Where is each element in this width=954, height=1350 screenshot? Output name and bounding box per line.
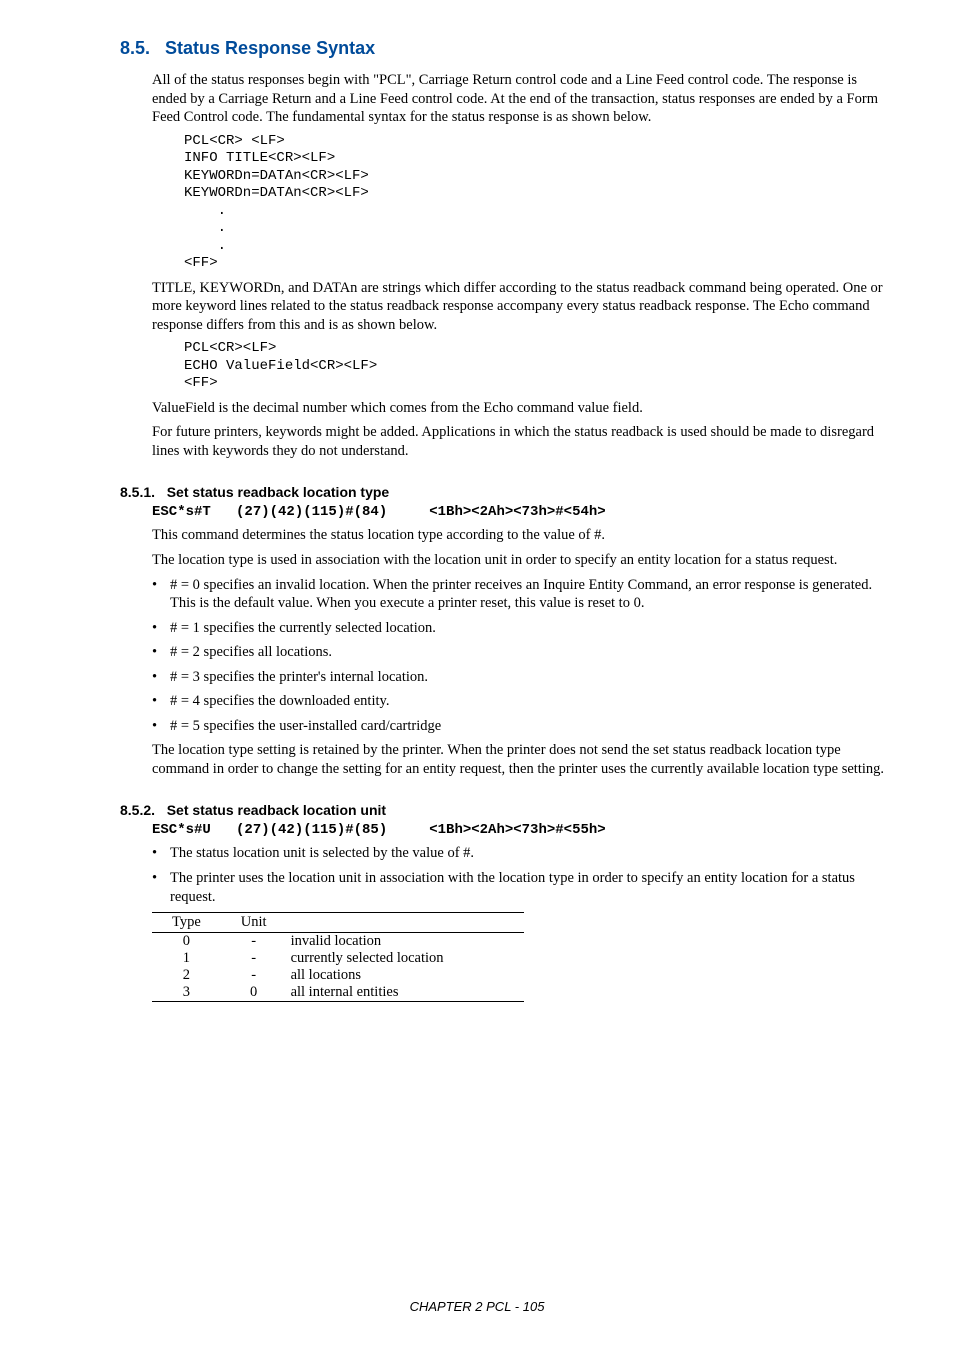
- section-title: Status Response Syntax: [165, 38, 375, 58]
- subsection-851-number: 8.5.1.: [120, 484, 155, 500]
- subsection-852-title: Set status readback location unit: [167, 802, 386, 818]
- s852-bullet-list: The status location unit is selected by …: [152, 844, 894, 906]
- s851-p2: The location type is used in association…: [152, 551, 894, 570]
- intro-paragraph: All of the status responses begin with "…: [152, 71, 894, 127]
- paragraph-2: TITLE, KEYWORDn, and DATAn are strings w…: [152, 279, 894, 335]
- s851-p1: This command determines the status locat…: [152, 526, 894, 545]
- table-cell: all locations: [287, 967, 524, 984]
- list-item: # = 2 specifies all locations.: [152, 643, 894, 662]
- subsection-852-heading: 8.5.2. Set status readback location unit: [120, 802, 894, 818]
- section-number: 8.5.: [120, 38, 150, 58]
- list-item: # = 5 specifies the user-installed card/…: [152, 717, 894, 736]
- list-item: # = 3 specifies the printer's internal l…: [152, 668, 894, 687]
- table-cell: invalid location: [287, 933, 524, 951]
- list-item: The status location unit is selected by …: [152, 844, 894, 863]
- list-item: The printer uses the location unit in as…: [152, 869, 894, 906]
- table-cell: -: [221, 967, 287, 984]
- list-item: # = 0 specifies an invalid location. Whe…: [152, 576, 894, 613]
- table-cell: currently selected location: [287, 950, 524, 967]
- esc-line-852: ESC*s#U (27)(42)(115)#(85) <1Bh><2Ah><73…: [152, 822, 894, 838]
- subsection-851-title: Set status readback location type: [167, 484, 390, 500]
- table-row: 2 - all locations: [152, 967, 524, 984]
- subsection-851-heading: 8.5.1. Set status readback location type: [120, 484, 894, 500]
- table-row: 3 0 all internal entities: [152, 984, 524, 1002]
- table-header-type: Type: [152, 913, 221, 933]
- table-cell: -: [221, 950, 287, 967]
- table-cell: 3: [152, 984, 221, 1002]
- page-footer: CHAPTER 2 PCL - 105: [0, 1299, 954, 1314]
- table-cell: 0: [152, 933, 221, 951]
- s851-bullet-list: # = 0 specifies an invalid location. Whe…: [152, 576, 894, 736]
- list-item: # = 1 specifies the currently selected l…: [152, 619, 894, 638]
- table-header-row: Type Unit: [152, 913, 524, 933]
- table-row: 0 - invalid location: [152, 933, 524, 951]
- table-header-desc: [287, 913, 524, 933]
- table-cell: 2: [152, 967, 221, 984]
- location-unit-table: Type Unit 0 - invalid location 1 - curre…: [152, 912, 524, 1002]
- subsection-852-number: 8.5.2.: [120, 802, 155, 818]
- page-content: 8.5. Status Response Syntax All of the s…: [0, 0, 954, 1002]
- table-row: 1 - currently selected location: [152, 950, 524, 967]
- section-heading: 8.5. Status Response Syntax: [120, 38, 894, 59]
- table-cell: 0: [221, 984, 287, 1002]
- esc-line-851: ESC*s#T (27)(42)(115)#(84) <1Bh><2Ah><73…: [152, 504, 894, 520]
- s851-p3: The location type setting is retained by…: [152, 741, 894, 778]
- paragraph-3: ValueField is the decimal number which c…: [152, 399, 894, 418]
- list-item: # = 4 specifies the downloaded entity.: [152, 692, 894, 711]
- table-cell: 1: [152, 950, 221, 967]
- paragraph-4: For future printers, keywords might be a…: [152, 423, 894, 460]
- table-header-unit: Unit: [221, 913, 287, 933]
- table-cell: -: [221, 933, 287, 951]
- code-block-1: PCL<CR> <LF> INFO TITLE<CR><LF> KEYWORDn…: [184, 133, 894, 273]
- table-cell: all internal entities: [287, 984, 524, 1002]
- code-block-2: PCL<CR><LF> ECHO ValueField<CR><LF> <FF>: [184, 340, 894, 393]
